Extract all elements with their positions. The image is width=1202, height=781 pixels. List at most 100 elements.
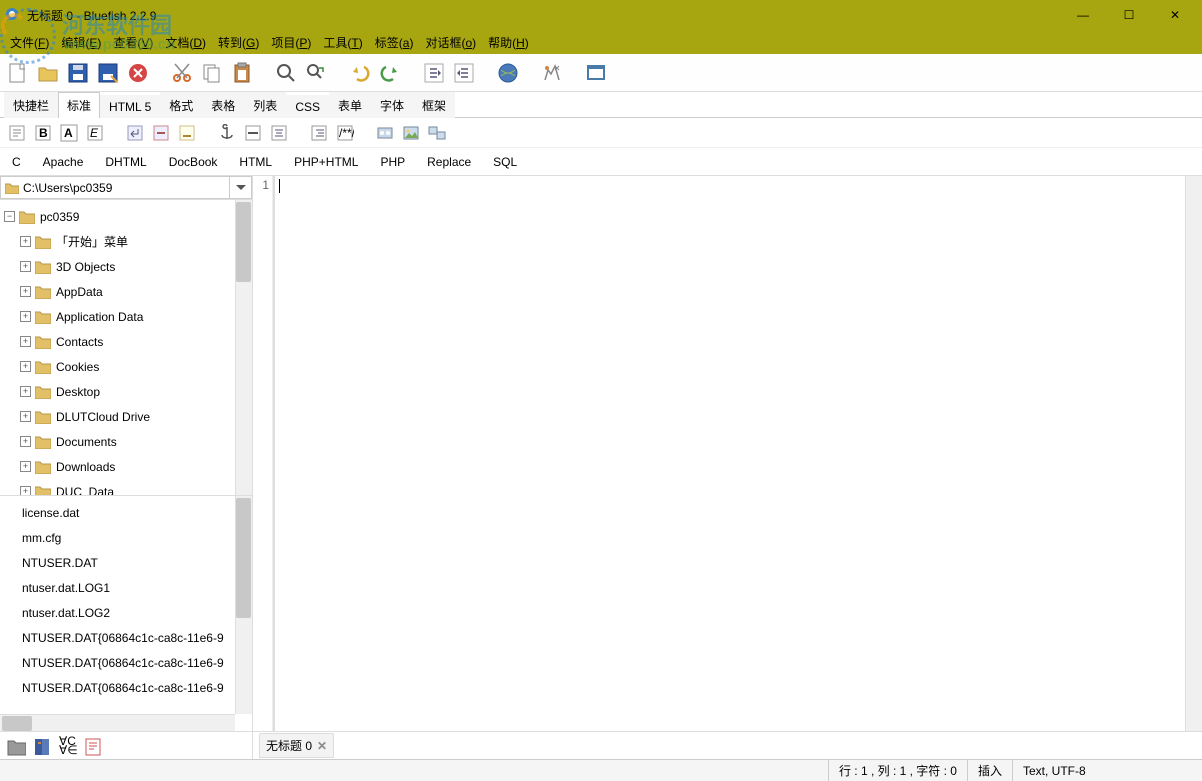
file-item[interactable]: NTUSER.DAT{06864c1c-ca8c-11e6-9 bbox=[0, 625, 252, 650]
em-tag-icon[interactable]: E bbox=[84, 122, 106, 144]
lang-php[interactable]: PHP bbox=[378, 151, 407, 173]
undo-icon[interactable] bbox=[346, 58, 374, 88]
path-input[interactable]: C:\Users\pc0359 bbox=[0, 176, 230, 199]
paste-icon[interactable] bbox=[228, 58, 256, 88]
snippets-icon[interactable] bbox=[82, 735, 106, 757]
close-icon[interactable] bbox=[124, 58, 152, 88]
file-item[interactable]: NTUSER.DAT{06864c1c-ca8c-11e6-9 bbox=[0, 650, 252, 675]
file-item[interactable]: ntuser.dat.LOG1 bbox=[0, 575, 252, 600]
unindent-icon[interactable] bbox=[420, 58, 448, 88]
status-insert-mode[interactable]: 插入 bbox=[967, 760, 1012, 781]
lang-html[interactable]: HTML bbox=[237, 151, 274, 173]
cut-icon[interactable] bbox=[168, 58, 196, 88]
save-as-icon[interactable] bbox=[94, 58, 122, 88]
book-icon[interactable] bbox=[30, 735, 54, 757]
link-icon[interactable] bbox=[374, 122, 396, 144]
tab-0[interactable]: 快捷栏 bbox=[4, 92, 58, 118]
file-item[interactable]: mm.cfg bbox=[0, 525, 252, 550]
open-file-icon[interactable] bbox=[34, 58, 62, 88]
tab-2[interactable]: HTML 5 bbox=[100, 95, 160, 118]
menu-g[interactable]: 转到(G) bbox=[212, 32, 265, 53]
tab-5[interactable]: 列表 bbox=[244, 92, 286, 118]
close-tab-icon[interactable]: ✕ bbox=[317, 739, 327, 753]
expand-icon[interactable]: + bbox=[20, 386, 31, 397]
tab-6[interactable]: CSS bbox=[286, 95, 329, 118]
filelist-h-scrollbar[interactable] bbox=[0, 714, 235, 731]
nbsp-icon[interactable] bbox=[176, 122, 198, 144]
lang-apache[interactable]: Apache bbox=[41, 151, 86, 173]
redo-icon[interactable] bbox=[376, 58, 404, 88]
copy-icon[interactable] bbox=[198, 58, 226, 88]
menu-e[interactable]: 编辑(E) bbox=[55, 32, 107, 53]
break-icon[interactable] bbox=[124, 122, 146, 144]
lang-c[interactable]: C bbox=[10, 151, 23, 173]
maximize-button[interactable]: ☐ bbox=[1106, 0, 1152, 30]
file-item[interactable]: NTUSER.DAT bbox=[0, 550, 252, 575]
tree-item[interactable]: +AppData bbox=[0, 279, 252, 304]
menu-a[interactable]: 标签(a) bbox=[369, 32, 420, 53]
lang-dhtml[interactable]: DHTML bbox=[103, 151, 148, 173]
tab-8[interactable]: 字体 bbox=[371, 92, 413, 118]
find-icon[interactable] bbox=[272, 58, 300, 88]
editor-scrollbar[interactable] bbox=[1185, 176, 1202, 731]
expand-icon[interactable]: + bbox=[20, 361, 31, 372]
new-file-icon[interactable] bbox=[4, 58, 32, 88]
path-dropdown-button[interactable] bbox=[230, 176, 252, 199]
filelist-v-scrollbar[interactable] bbox=[235, 496, 252, 714]
expand-icon[interactable]: + bbox=[20, 311, 31, 322]
expand-icon[interactable]: + bbox=[20, 261, 31, 272]
tree-item[interactable]: +「开始」菜单 bbox=[0, 229, 252, 254]
file-item[interactable]: ntuser.dat.LOG2 bbox=[0, 600, 252, 625]
body-icon[interactable] bbox=[6, 122, 28, 144]
menu-f[interactable]: 文件(F) bbox=[4, 32, 55, 53]
tree-item[interactable]: +Desktop bbox=[0, 379, 252, 404]
right-align-icon[interactable] bbox=[308, 122, 330, 144]
center-icon[interactable] bbox=[268, 122, 290, 144]
lang-php+html[interactable]: PHP+HTML bbox=[292, 151, 360, 173]
menu-d[interactable]: 文档(D) bbox=[159, 32, 212, 53]
save-icon[interactable] bbox=[64, 58, 92, 88]
expand-icon[interactable]: + bbox=[20, 411, 31, 422]
menu-t[interactable]: 工具(T) bbox=[317, 32, 368, 53]
browser-preview-icon[interactable] bbox=[494, 58, 522, 88]
indent-icon[interactable] bbox=[450, 58, 478, 88]
preferences-icon[interactable] bbox=[538, 58, 566, 88]
tree-item[interactable]: +Application Data bbox=[0, 304, 252, 329]
collapse-icon[interactable]: − bbox=[4, 211, 15, 222]
expand-icon[interactable]: + bbox=[20, 461, 31, 472]
lang-docbook[interactable]: DocBook bbox=[167, 151, 220, 173]
charmap-icon[interactable]: ∀C∀∈ bbox=[56, 735, 80, 757]
tab-9[interactable]: 框架 bbox=[413, 92, 455, 118]
menu-p[interactable]: 项目(P) bbox=[265, 32, 317, 53]
thumbnail-icon[interactable] bbox=[426, 122, 448, 144]
bookmark-icon[interactable] bbox=[4, 735, 28, 757]
expand-icon[interactable]: + bbox=[20, 236, 31, 247]
menu-h[interactable]: 帮助(H) bbox=[482, 32, 535, 53]
tree-item[interactable]: +DLUTCloud Drive bbox=[0, 404, 252, 429]
br-clear-icon[interactable] bbox=[150, 122, 172, 144]
expand-icon[interactable]: + bbox=[20, 486, 31, 496]
tree-item[interactable]: +3D Objects bbox=[0, 254, 252, 279]
minimize-button[interactable]: — bbox=[1060, 0, 1106, 30]
tab-4[interactable]: 表格 bbox=[202, 92, 244, 118]
strong-icon[interactable]: B bbox=[32, 122, 54, 144]
menu-o[interactable]: 对话框(o) bbox=[419, 32, 482, 53]
lang-sql[interactable]: SQL bbox=[491, 151, 519, 173]
tree-item[interactable]: +Cookies bbox=[0, 354, 252, 379]
tree-root[interactable]: −pc0359 bbox=[0, 204, 252, 229]
fullscreen-icon[interactable] bbox=[582, 58, 610, 88]
tree-item[interactable]: +Downloads bbox=[0, 454, 252, 479]
hr-icon[interactable] bbox=[242, 122, 264, 144]
expand-icon[interactable]: + bbox=[20, 286, 31, 297]
tree-item[interactable]: +Contacts bbox=[0, 329, 252, 354]
tree-item[interactable]: +DUC_Data bbox=[0, 479, 252, 496]
em-a-icon[interactable]: A bbox=[58, 122, 80, 144]
menu-v[interactable]: 查看(V) bbox=[107, 32, 159, 53]
find-replace-icon[interactable] bbox=[302, 58, 330, 88]
document-tab[interactable]: 无标题 0 ✕ bbox=[259, 733, 334, 758]
tab-3[interactable]: 格式 bbox=[160, 92, 202, 118]
tree-scrollbar[interactable] bbox=[235, 200, 252, 495]
file-item[interactable]: license.dat bbox=[0, 500, 252, 525]
anchor-icon[interactable] bbox=[216, 122, 238, 144]
expand-icon[interactable]: + bbox=[20, 336, 31, 347]
